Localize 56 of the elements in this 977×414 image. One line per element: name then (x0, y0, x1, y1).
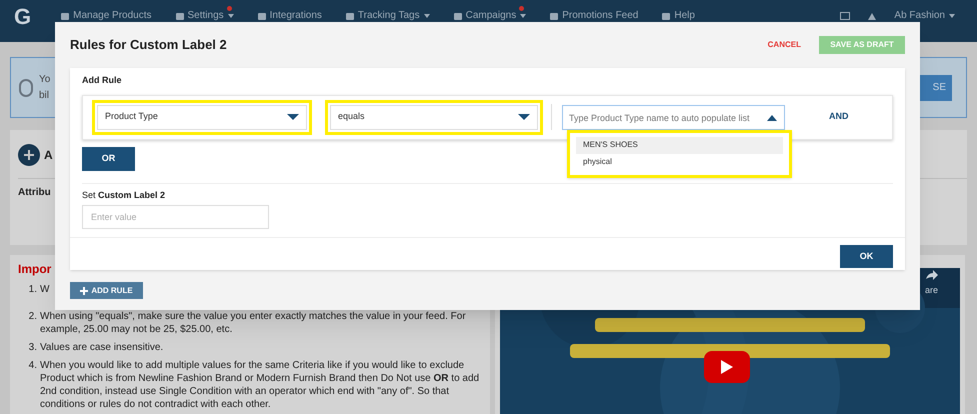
list-text: W (40, 283, 50, 296)
field-label: Set Custom Label 2 (82, 188, 166, 202)
list-text: Values are case insensitive. (40, 341, 164, 354)
select-value: equals (338, 110, 365, 124)
section-title: Add Rule (81, 74, 122, 87)
nav-link-icon (454, 12, 462, 20)
nav-link[interactable]: Manage Products (61, 6, 154, 21)
list-text: When you would like to add multiple values for the same Criteria like if you would like to exclude Product which is from Newline Fashion Brand or Modern Furnish Brand then Do Not use OR to add 2nd condition, instead use Single Condition with an operator which end with "any of". So that conditions or rules do not contradict with each other. (40, 359, 480, 411)
list-text: When using "equals", make sure the value you enter exactly matches the value in your feed. For example, 25.00 may not be 25, $25.00, etc. (40, 310, 467, 336)
and-button[interactable]: AND (829, 110, 848, 124)
add-rule-button[interactable]: ADD RULE (70, 282, 143, 299)
nav-link-icon (258, 12, 266, 20)
nav-link-icon (550, 12, 558, 20)
nav-link[interactable]: Help (662, 6, 697, 21)
nav-link-icon (346, 12, 354, 20)
banner-text: Yo (39, 72, 50, 86)
value-input[interactable]: Enter value (82, 205, 269, 229)
nav-link-icon (662, 12, 670, 20)
banner-text: bil (39, 88, 50, 102)
nav-link[interactable]: Integrations (258, 6, 324, 21)
select-field[interactable]: Product Type (97, 104, 307, 130)
list-number: 2. (28, 310, 38, 324)
share-icon[interactable] (926, 270, 938, 280)
plus-icon[interactable] (18, 144, 40, 166)
section-heading: Impor (18, 262, 52, 277)
grid-icon[interactable] (840, 12, 850, 20)
nav-link[interactable]: Promotions Feed (550, 6, 640, 21)
caret-icon (424, 14, 430, 18)
nav-link[interactable]: Tracking Tags (346, 6, 432, 21)
divider (551, 104, 552, 130)
logo: G (14, 6, 32, 28)
value-combobox[interactable]: Type Product Type name to auto populate list (562, 105, 785, 130)
play-button[interactable] (704, 351, 750, 383)
share-label: are (925, 284, 938, 297)
select-value: Product Type (105, 110, 158, 124)
nav-link-icon (61, 12, 70, 20)
caret-icon (949, 14, 955, 18)
suggestion-option[interactable]: physical (576, 154, 783, 170)
nav-link-icon (176, 12, 184, 20)
select-field[interactable]: equals (330, 104, 538, 130)
caret-icon (518, 114, 530, 120)
suggestion-option[interactable]: MEN'S SHOES (576, 136, 783, 154)
or-button[interactable]: OR (82, 146, 135, 170)
play-icon (720, 359, 734, 375)
list-number: 1. (28, 283, 38, 296)
cancel-button[interactable]: CANCEL (768, 39, 801, 51)
nav-link[interactable]: Settings (176, 6, 236, 21)
dialog-title: Rules for Custom Label 2 (70, 36, 227, 54)
card-heading: A (44, 147, 53, 164)
ok-button[interactable]: OK (840, 245, 893, 268)
plus-icon (80, 286, 88, 294)
caret-icon (287, 114, 299, 120)
list-number: 4. (28, 359, 38, 373)
list-number: 3. (28, 341, 38, 354)
nav-link[interactable]: Campaigns (454, 6, 528, 21)
account-menu[interactable]: Ab Fashion (894, 11, 955, 21)
